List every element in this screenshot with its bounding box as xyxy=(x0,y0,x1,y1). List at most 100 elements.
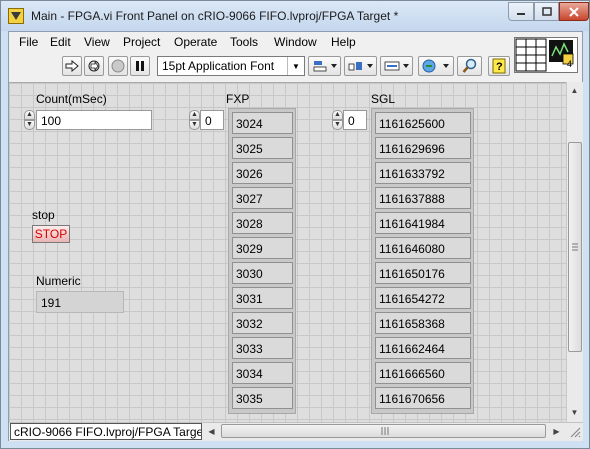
chevron-up-icon[interactable]: ▲ xyxy=(189,110,200,120)
reorder-icon xyxy=(422,59,449,73)
abort-stop-icon xyxy=(111,59,125,73)
run-arrow-icon xyxy=(65,60,79,72)
menu-window[interactable]: Window xyxy=(274,35,317,49)
status-bar: cRIO-9066 FIFO.lvproj/FPGA Target ◀ ▶ xyxy=(9,422,583,441)
help-icon: ? xyxy=(492,58,506,74)
search-button[interactable] xyxy=(457,56,482,76)
align-objects-icon xyxy=(313,61,337,72)
chevron-down-icon[interactable]: ▼ xyxy=(332,120,343,130)
sgl-array-element: 1161666560 xyxy=(375,362,471,384)
horizontal-scroll-thumb[interactable] xyxy=(221,424,546,438)
vi-client-area: File Edit View Project Operate Tools Win… xyxy=(8,31,583,441)
chevron-up-icon[interactable]: ▲ xyxy=(24,110,35,120)
scroll-left-icon[interactable]: ◀ xyxy=(204,424,219,439)
fxp-index-increment-decrement[interactable]: ▲ ▼ xyxy=(189,110,200,130)
distribute-objects-icon xyxy=(348,62,373,71)
fxp-array-element: 3031 xyxy=(232,287,293,309)
fxp-array-element: 3032 xyxy=(232,312,293,334)
distribute-objects-button[interactable] xyxy=(344,56,377,76)
stop-label: stop xyxy=(32,208,55,222)
fxp-array-element: 3027 xyxy=(232,187,293,209)
sgl-array-element: 1161625600 xyxy=(375,112,471,134)
maximize-button[interactable] xyxy=(534,2,559,21)
connector-pane-number: 4 xyxy=(567,59,573,69)
numeric-label: Numeric xyxy=(36,274,81,288)
chevron-down-icon[interactable]: ▼ xyxy=(189,120,200,130)
abort-button[interactable] xyxy=(108,56,128,76)
align-objects-button[interactable] xyxy=(308,56,341,76)
scroll-down-icon[interactable]: ▼ xyxy=(567,405,582,420)
toolbar: 15pt Application Font ▼ ? xyxy=(9,53,514,79)
minimize-button[interactable] xyxy=(508,2,534,21)
title-bar: Main - FPGA.vi Front Panel on cRIO-9066 … xyxy=(1,1,589,31)
chevron-down-icon: ▼ xyxy=(287,57,304,75)
grip-icon xyxy=(381,427,389,435)
resize-objects-icon xyxy=(384,61,409,71)
sgl-array-element: 1161654272 xyxy=(375,287,471,309)
menu-file[interactable]: File xyxy=(19,35,38,49)
search-icon xyxy=(462,58,476,73)
menu-view[interactable]: View xyxy=(84,35,110,49)
sgl-array-element: 1161629696 xyxy=(375,137,471,159)
sgl-array-element: 1161658368 xyxy=(375,312,471,334)
scroll-up-icon[interactable]: ▲ xyxy=(567,83,582,98)
menu-bar: File Edit View Project Operate Tools Win… xyxy=(9,32,509,52)
reorder-button[interactable] xyxy=(418,56,454,76)
fxp-index-input[interactable]: 0 xyxy=(200,110,224,130)
sgl-array-element: 1161637888 xyxy=(375,187,471,209)
count-label: Count(mSec) xyxy=(36,92,107,106)
sgl-index-input[interactable]: 0 xyxy=(343,110,367,130)
connector-pane[interactable]: 4 xyxy=(514,37,578,73)
chevron-up-icon[interactable]: ▲ xyxy=(332,110,343,120)
fxp-array-element: 3028 xyxy=(232,212,293,234)
menu-project[interactable]: Project xyxy=(123,35,160,49)
sgl-array-label: SGL xyxy=(371,92,396,106)
pause-icon xyxy=(136,61,144,71)
target-status[interactable]: cRIO-9066 FIFO.lvproj/FPGA Target xyxy=(10,423,202,440)
font-select[interactable]: 15pt Application Font ▼ xyxy=(157,56,305,76)
fxp-array-label: FXP xyxy=(226,92,250,106)
close-button[interactable] xyxy=(559,2,589,21)
count-increment-decrement[interactable]: ▲ ▼ xyxy=(24,110,35,130)
close-icon xyxy=(569,6,579,17)
vertical-scrollbar[interactable]: ▲ ▼ xyxy=(566,82,583,422)
fxp-array-element: 3030 xyxy=(232,262,293,284)
chevron-down-icon[interactable]: ▼ xyxy=(24,120,35,130)
fxp-array-element: 3024 xyxy=(232,112,293,134)
vertical-scroll-thumb[interactable] xyxy=(568,142,582,352)
front-panel: Count(mSec) ▲ ▼ 100 stop STOP Numeric 19… xyxy=(9,82,566,423)
resize-grip-icon[interactable] xyxy=(568,425,582,439)
menu-tools[interactable]: Tools xyxy=(230,35,258,49)
fxp-array: 3024 3025 3026 3027 3028 3029 3030 3031 3032 3033… xyxy=(228,108,296,414)
menu-edit[interactable]: Edit xyxy=(50,35,71,49)
pause-button[interactable] xyxy=(130,56,150,76)
minimize-icon xyxy=(517,12,525,15)
scroll-right-icon[interactable]: ▶ xyxy=(549,424,564,439)
sgl-array-element: 1161662464 xyxy=(375,337,471,359)
labview-vi-icon xyxy=(8,8,24,24)
run-continuously-icon xyxy=(88,60,100,72)
fxp-array-element: 3035 xyxy=(232,387,293,409)
fxp-array-element: 3034 xyxy=(232,362,293,384)
run-continuously-button[interactable] xyxy=(84,56,104,76)
resize-objects-button[interactable] xyxy=(380,56,413,76)
sgl-index-increment-decrement[interactable]: ▲ ▼ xyxy=(332,110,343,130)
count-input[interactable]: 100 xyxy=(36,110,152,130)
fxp-array-element: 3026 xyxy=(232,162,293,184)
menu-operate[interactable]: Operate xyxy=(174,35,217,49)
stop-button[interactable]: STOP xyxy=(32,225,70,243)
sgl-array-element: 1161641984 xyxy=(375,212,471,234)
window: Main - FPGA.vi Front Panel on cRIO-9066 … xyxy=(0,0,590,449)
window-title: Main - FPGA.vi Front Panel on cRIO-9066 … xyxy=(31,9,399,23)
menu-help[interactable]: Help xyxy=(331,35,356,49)
numeric-indicator: 191 xyxy=(36,291,124,313)
font-select-value: 15pt Application Font xyxy=(162,59,275,73)
fxp-array-element: 3029 xyxy=(232,237,293,259)
horizontal-scrollbar[interactable]: ◀ ▶ xyxy=(203,423,566,440)
sgl-array-element: 1161633792 xyxy=(375,162,471,184)
sgl-array-element: 1161646080 xyxy=(375,237,471,259)
run-button[interactable] xyxy=(62,56,82,76)
context-help-button[interactable]: ? xyxy=(488,56,510,76)
sgl-array: 1161625600 1161629696 1161633792 1161637888… xyxy=(371,108,474,414)
grip-icon xyxy=(572,243,578,251)
